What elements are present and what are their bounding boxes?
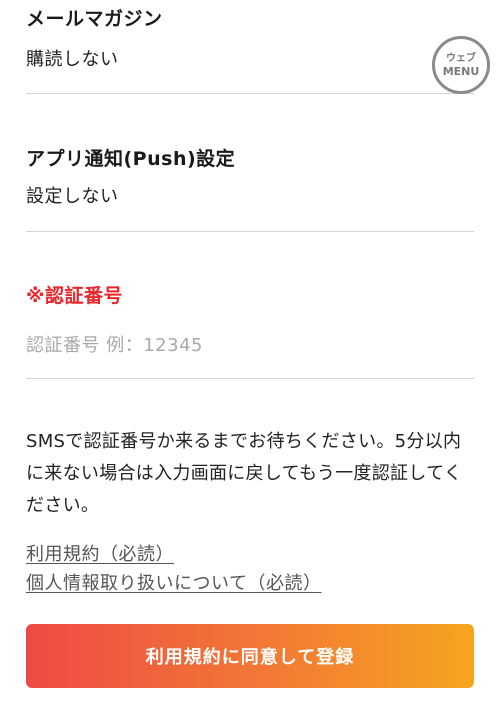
divider	[26, 378, 474, 379]
terms-link[interactable]: 利用規約（必読）	[26, 540, 174, 566]
agree-and-register-button[interactable]: 利用規約に同意して登録	[26, 624, 474, 688]
auth-code-input[interactable]	[26, 328, 474, 362]
web-menu-button[interactable]: ウェブ MENU	[432, 36, 490, 94]
auth-code-label-row: ※認証番号	[26, 281, 474, 308]
privacy-link[interactable]: 個人情報取り扱いについて（必読）	[26, 569, 321, 595]
divider	[26, 93, 474, 94]
required-mark: ※	[26, 285, 45, 307]
push-settings-label: アプリ通知(Push)設定	[26, 148, 236, 170]
mail-magazine-label: メールマガジン	[26, 8, 163, 30]
web-menu-label-en: MENU	[442, 64, 480, 78]
push-settings-section: アプリ通知(Push)設定 設定しない	[26, 144, 474, 224]
mail-magazine-section: メールマガジン 購読しない	[26, 0, 474, 90]
push-settings-value[interactable]: 設定しない	[26, 182, 119, 208]
auth-code-label: 認証番号	[44, 285, 123, 307]
web-menu-label: ウェブ	[446, 52, 476, 64]
divider	[26, 231, 474, 232]
sms-notice-text: SMSで認証番号か来るまでお待ちください。5分以内に来ない場合は入力画面に戻して…	[26, 431, 463, 516]
mail-magazine-value[interactable]: 購読しない	[26, 45, 119, 71]
